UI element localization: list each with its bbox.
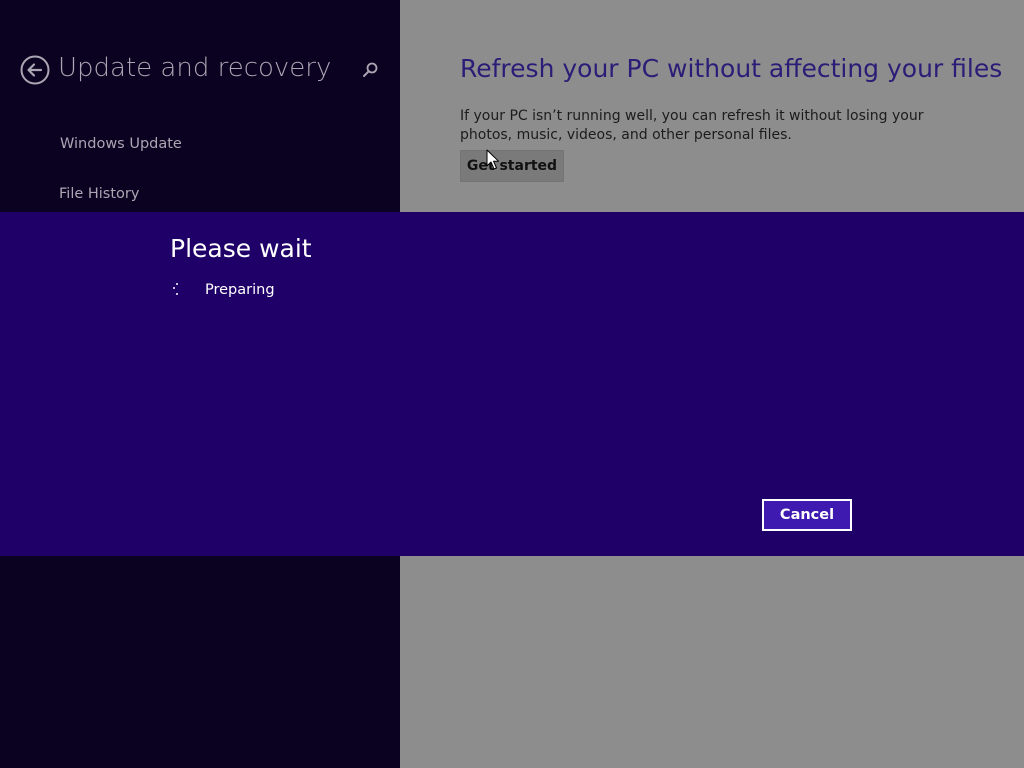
- progress-dots-icon: [170, 280, 184, 300]
- status-text: Preparing: [205, 282, 275, 298]
- refresh-description: If your PC isn’t running well, you can r…: [460, 108, 924, 143]
- get-started-button[interactable]: Get started: [460, 150, 564, 182]
- back-arrow-icon[interactable]: [20, 55, 50, 85]
- screen: Update and recovery Windows Update File …: [0, 0, 1024, 768]
- dialog-title: Please wait: [170, 234, 312, 263]
- search-icon[interactable]: [360, 60, 380, 80]
- mouse-pointer-icon: [486, 149, 500, 171]
- please-wait-dialog: Please wait Preparing Cancel: [0, 212, 1024, 556]
- refresh-heading: Refresh your PC without affecting your f…: [460, 54, 1003, 83]
- cancel-button[interactable]: Cancel: [762, 499, 852, 531]
- page-title: Update and recovery: [58, 53, 332, 83]
- nav-item-file-history[interactable]: File History: [59, 186, 139, 202]
- nav-item-windows-update[interactable]: Windows Update: [60, 136, 182, 152]
